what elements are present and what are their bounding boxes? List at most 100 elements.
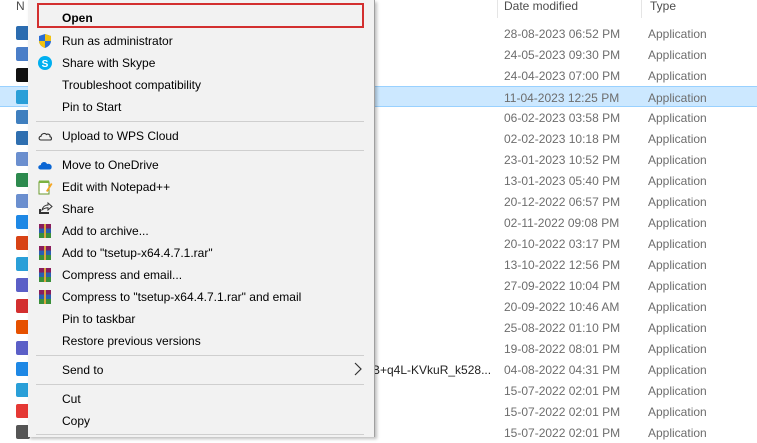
- menu-item-pin-to-start[interactable]: Pin to Start: [31, 96, 370, 118]
- menu-separator: [36, 150, 364, 151]
- menu-item-compress-to-rar-and-email[interactable]: Compress to "tsetup-x64.4.7.1.rar" and e…: [31, 286, 370, 308]
- date-modified: 15-07-2022 02:01 PM: [504, 384, 621, 398]
- file-type: Application: [648, 405, 707, 419]
- menu-separator: [36, 355, 364, 356]
- menu-item-open[interactable]: Open: [31, 7, 370, 29]
- file-type: Application: [648, 300, 707, 314]
- date-modified: 06-02-2023 03:58 PM: [504, 111, 621, 125]
- menu-item-label: Restore previous versions: [62, 334, 201, 348]
- date-modified: 20-09-2022 10:46 AM: [504, 300, 620, 314]
- file-type: Application: [648, 195, 707, 209]
- date-modified: 15-07-2022 02:01 PM: [504, 405, 621, 419]
- winrar-icon: [37, 223, 53, 239]
- menu-item-label: Pin to Start: [62, 100, 122, 114]
- menu-item-label: Add to archive...: [62, 224, 149, 238]
- menu-item-compress-and-email[interactable]: Compress and email...: [31, 264, 370, 286]
- file-type: Application: [648, 363, 707, 377]
- file-type: Application: [648, 27, 707, 41]
- file-type: Application: [648, 174, 707, 188]
- file-type: Application: [648, 69, 707, 83]
- notepadpp-icon: [37, 179, 53, 195]
- date-modified: 20-12-2022 06:57 PM: [504, 195, 621, 209]
- menu-item-label: Edit with Notepad++: [62, 180, 171, 194]
- menu-item-label: Share with Skype: [62, 56, 156, 70]
- chevron-right-icon: [354, 362, 362, 379]
- menu-item-label: Send to: [62, 363, 104, 377]
- svg-text:S: S: [42, 59, 49, 70]
- file-type: Application: [648, 91, 707, 105]
- uac-shield-icon: [37, 33, 53, 49]
- column-header-name[interactable]: N: [16, 0, 25, 18]
- menu-item-cut[interactable]: Cut: [31, 388, 370, 410]
- menu-separator: [36, 384, 364, 385]
- date-modified: 25-08-2022 01:10 PM: [504, 321, 621, 335]
- menu-item-upload-to-wps-cloud[interactable]: Upload to WPS Cloud: [31, 125, 370, 147]
- winrar-icon: [37, 289, 53, 305]
- menu-item-add-to-rar[interactable]: Add to "tsetup-x64.4.7.1.rar": [31, 242, 370, 264]
- winrar-icon: [37, 267, 53, 283]
- menu-separator: [36, 434, 364, 435]
- date-modified: 23-01-2023 10:52 PM: [504, 153, 621, 167]
- menu-item-restore-previous-versions[interactable]: Restore previous versions: [31, 330, 370, 352]
- cloud-icon: [37, 128, 53, 144]
- date-modified: 13-01-2023 05:40 PM: [504, 174, 621, 188]
- menu-item-send-to[interactable]: Send to: [31, 359, 370, 381]
- column-divider[interactable]: [497, 0, 498, 18]
- file-type: Application: [648, 111, 707, 125]
- share-icon: [37, 201, 53, 217]
- context-menu: Open Run as administrator S Share with S…: [28, 0, 375, 437]
- menu-item-share[interactable]: Share: [31, 198, 370, 220]
- menu-item-troubleshoot-compatibility[interactable]: Troubleshoot compatibility: [31, 74, 370, 96]
- menu-item-label: Open: [62, 11, 93, 25]
- date-modified: 20-10-2022 03:17 PM: [504, 237, 621, 251]
- column-header-date-modified[interactable]: Date modified: [504, 0, 578, 18]
- menu-item-pin-to-taskbar[interactable]: Pin to taskbar: [31, 308, 370, 330]
- file-type: Application: [648, 153, 707, 167]
- date-modified: 13-10-2022 12:56 PM: [504, 258, 621, 272]
- menu-item-label: Copy: [62, 414, 91, 428]
- winrar-icon: [37, 245, 53, 261]
- menu-item-label: Upload to WPS Cloud: [62, 129, 179, 143]
- file-type: Application: [648, 258, 707, 272]
- file-type: Application: [648, 342, 707, 356]
- menu-item-move-to-onedrive[interactable]: Move to OneDrive: [31, 154, 370, 176]
- menu-item-label: Cut: [62, 392, 81, 406]
- file-type: Application: [648, 237, 707, 251]
- date-modified: 02-11-2022 09:08 PM: [504, 216, 620, 230]
- menu-item-label: Move to OneDrive: [62, 158, 159, 172]
- file-type: Application: [648, 48, 707, 62]
- menu-item-add-to-archive[interactable]: Add to archive...: [31, 220, 370, 242]
- file-type: Application: [648, 216, 707, 230]
- menu-item-label: Run as administrator: [62, 34, 173, 48]
- file-type: Application: [648, 384, 707, 398]
- menu-item-label: Add to "tsetup-x64.4.7.1.rar": [62, 246, 213, 260]
- column-header-type[interactable]: Type: [650, 0, 676, 18]
- file-type: Application: [648, 279, 707, 293]
- date-modified: 28-08-2023 06:52 PM: [504, 27, 621, 41]
- menu-item-label: Pin to taskbar: [62, 312, 136, 326]
- menu-item-run-as-administrator[interactable]: Run as administrator: [31, 30, 370, 52]
- file-name: B+q4L-KVkuR_k528...: [372, 363, 492, 377]
- date-modified: 11-04-2023 12:25 PM: [504, 91, 620, 105]
- menu-separator: [36, 121, 364, 122]
- file-type: Application: [648, 132, 707, 146]
- date-modified: 27-09-2022 10:04 PM: [504, 279, 621, 293]
- menu-item-share-with-skype[interactable]: S Share with Skype: [31, 52, 370, 74]
- date-modified: 24-05-2023 09:30 PM: [504, 48, 621, 62]
- file-type: Application: [648, 426, 707, 440]
- menu-item-copy[interactable]: Copy: [31, 410, 370, 432]
- date-modified: 24-04-2023 07:00 PM: [504, 69, 621, 83]
- date-modified: 02-02-2023 10:18 PM: [504, 132, 621, 146]
- menu-item-label: Compress to "tsetup-x64.4.7.1.rar" and e…: [62, 290, 302, 304]
- menu-item-label: Share: [62, 202, 95, 216]
- column-divider[interactable]: [641, 0, 642, 18]
- menu-item-label: Troubleshoot compatibility: [62, 78, 201, 92]
- menu-item-edit-with-notepadpp[interactable]: Edit with Notepad++: [31, 176, 370, 198]
- file-type: Application: [648, 321, 707, 335]
- date-modified: 15-07-2022 02:01 PM: [504, 426, 621, 440]
- date-modified: 19-08-2022 08:01 PM: [504, 342, 621, 356]
- skype-icon: S: [37, 55, 53, 71]
- menu-item-label: Compress and email...: [62, 268, 183, 282]
- onedrive-icon: [37, 157, 53, 173]
- date-modified: 04-08-2022 04:31 PM: [504, 363, 621, 377]
